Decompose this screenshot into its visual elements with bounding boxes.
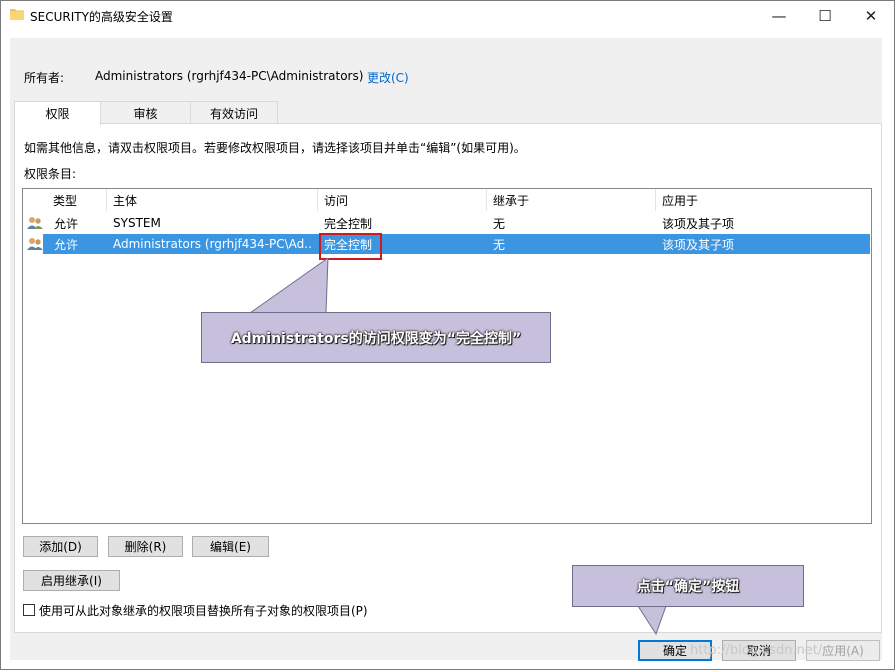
cell-applies-to: 该项及其子项	[662, 216, 735, 231]
watermark: http://blog.csdn.net/	[690, 643, 823, 658]
enable-inheritance-button[interactable]: 启用继承(I)	[23, 570, 120, 591]
column-header-type[interactable]: 类型	[47, 189, 107, 211]
tab-effective-access[interactable]: 有效访问	[190, 101, 278, 124]
access-highlight-box	[319, 233, 382, 260]
cell-applies-to: 该项及其子项	[662, 237, 735, 252]
cell-access: 完全控制	[324, 216, 373, 231]
callout-pointer	[638, 605, 667, 635]
callout-ok-note: 点击“确定”按钮	[572, 565, 804, 607]
tab-label: 权限	[45, 107, 70, 121]
table-row-selected[interactable]: 允许 Administrators (rgrhjf434-PC\Ad... 完全…	[43, 234, 870, 254]
tab-auditing[interactable]: 审核	[100, 101, 191, 124]
column-header-inherited-from[interactable]: 继承于	[487, 189, 656, 211]
entries-label: 权限条目:	[24, 167, 77, 181]
cell-type: 允许	[54, 216, 79, 231]
column-header-access[interactable]: 访问	[318, 189, 487, 211]
replace-child-permissions-label: 使用可从此对象继承的权限项目替换所有子对象的权限项目(P)	[39, 604, 368, 618]
owner-value: Administrators (rgrhjf434-PC\Administrat…	[95, 69, 364, 83]
cell-type: 允许	[54, 237, 79, 252]
cell-inherited-from: 无	[493, 216, 506, 231]
tab-label: 审核	[133, 106, 158, 121]
info-text: 如需其他信息，请双击权限项目。若要修改权限项目，请选择该项目并单击“编辑”(如果…	[24, 141, 526, 155]
tab-permissions[interactable]: 权限	[14, 101, 101, 125]
callout-access-note: Administrators的访问权限变为“完全控制”	[201, 312, 551, 363]
replace-child-permissions-checkbox[interactable]	[23, 604, 35, 616]
user-group-icon	[27, 217, 43, 229]
maximize-button[interactable]: ☐	[802, 1, 848, 31]
table-row[interactable]: 允许 SYSTEM 完全控制 无 该项及其子项	[43, 213, 870, 233]
cell-principal: Administrators (rgrhjf434-PC\Ad...	[113, 237, 313, 251]
callout-pointer	[250, 258, 329, 314]
user-group-icon	[27, 238, 43, 250]
edit-button[interactable]: 编辑(E)	[192, 536, 269, 557]
close-button[interactable]: ✕	[848, 1, 894, 31]
add-button[interactable]: 添加(D)	[23, 536, 98, 557]
window-title: SECURITY的高级安全设置	[30, 10, 173, 24]
folder-icon	[10, 9, 24, 20]
column-header-applies-to[interactable]: 应用于	[656, 189, 869, 211]
cell-inherited-from: 无	[493, 237, 506, 252]
column-header-principal[interactable]: 主体	[107, 189, 318, 211]
remove-button[interactable]: 删除(R)	[108, 536, 183, 557]
change-owner-link[interactable]: 更改(C)	[367, 69, 409, 86]
owner-label: 所有者:	[24, 71, 65, 85]
cell-principal: SYSTEM	[113, 216, 161, 230]
tab-label: 有效访问	[209, 106, 258, 121]
minimize-button[interactable]: —	[756, 1, 802, 31]
